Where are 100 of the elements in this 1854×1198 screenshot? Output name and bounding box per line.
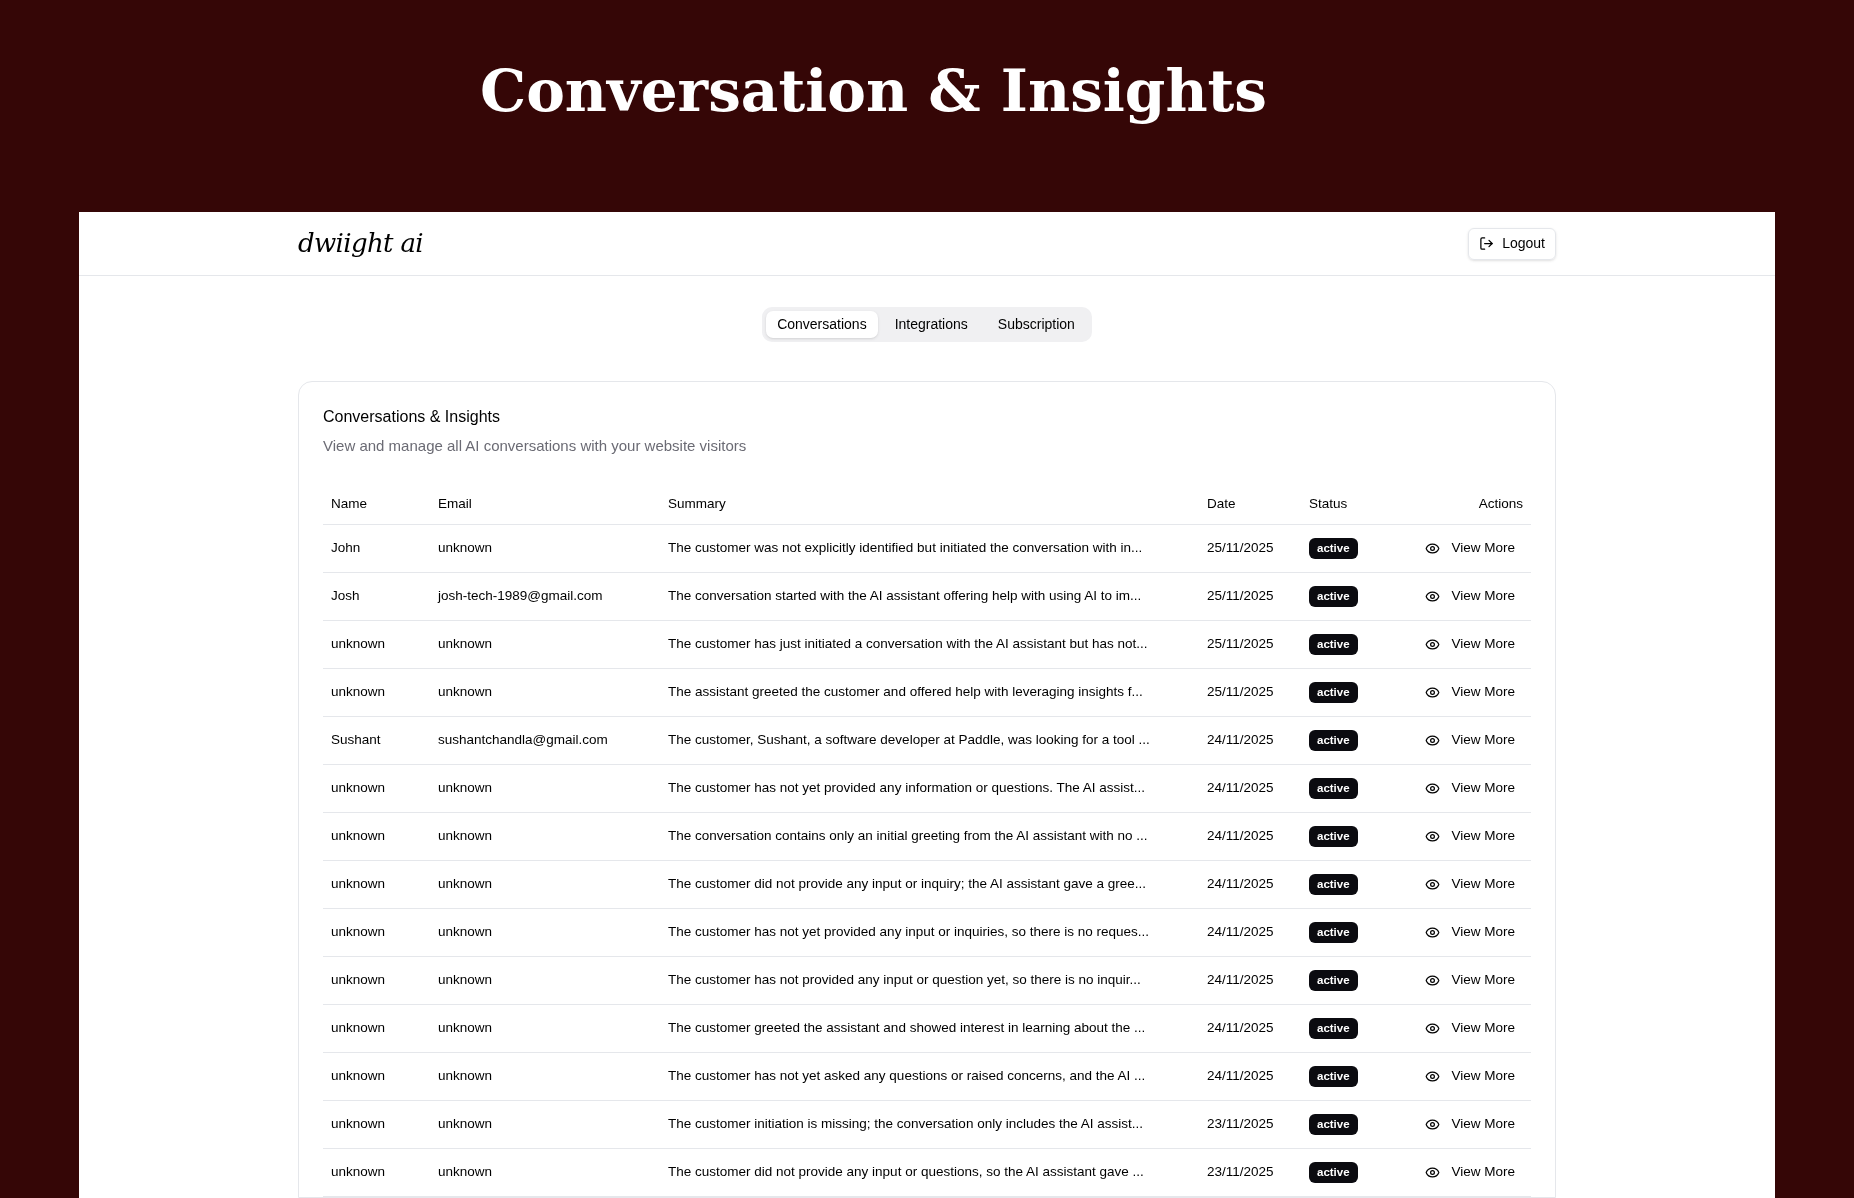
status-badge: active — [1309, 969, 1358, 992]
tab[interactable]: Integrations — [881, 311, 981, 338]
table-cell: The customer has not yet provided any information or questions. The AI assist... — [668, 780, 1145, 796]
eye-icon — [1425, 541, 1441, 556]
table-cell: unknown — [438, 1116, 493, 1132]
eye-icon — [1425, 877, 1441, 892]
view-more-button[interactable]: View More — [1417, 726, 1523, 755]
eye-icon — [1425, 733, 1441, 748]
view-more-button[interactable]: View More — [1417, 678, 1523, 707]
view-more-button[interactable]: View More — [1417, 630, 1523, 659]
table-cell: The customer has not yet asked any questions or raised concerns, and the AI ... — [668, 1068, 1146, 1084]
table-cell: 24/11/2025 — [1207, 972, 1274, 988]
card-subtitle: View and manage all AI conversations with your website visitors — [323, 436, 748, 456]
column-header: Status — [1309, 496, 1348, 512]
table-cell: 24/11/2025 — [1207, 1068, 1274, 1084]
table-cell: unknown — [331, 1116, 386, 1132]
logout-button[interactable]: Logout — [1468, 227, 1556, 260]
table-cell: unknown — [331, 636, 386, 652]
table-cell: The assistant greeted the customer and offered help with leveraging insights f... — [668, 684, 1143, 700]
table-cell: unknown — [331, 924, 386, 940]
table-cell: The conversation contains only an initial greeting from the AI assistant with no ... — [668, 828, 1148, 844]
table-cell: Sushant — [331, 732, 381, 748]
table-cell: unknown — [331, 828, 386, 844]
eye-icon — [1425, 829, 1441, 844]
view-more-button[interactable]: View More — [1417, 1158, 1523, 1187]
table-cell: 24/11/2025 — [1207, 732, 1274, 748]
table-cell: unknown — [331, 780, 386, 796]
table-cell: unknown — [438, 1164, 493, 1180]
table-cell: unknown — [331, 684, 386, 700]
table-cell: unknown — [438, 876, 493, 892]
view-more-button[interactable]: View More — [1417, 1014, 1523, 1043]
table-cell: josh-tech-1989@gmail.com — [438, 588, 603, 604]
eye-icon — [1425, 781, 1441, 796]
column-header: Actions — [1478, 496, 1523, 512]
table-cell: 25/11/2025 — [1207, 540, 1274, 556]
table-cell: unknown — [331, 876, 386, 892]
table-cell: 23/11/2025 — [1207, 1116, 1274, 1132]
eye-icon — [1425, 637, 1441, 652]
table-cell: The conversation started with the AI assistant offering help with using AI to im... — [668, 588, 1142, 604]
table-cell: 24/11/2025 — [1207, 828, 1274, 844]
eye-icon — [1425, 1117, 1441, 1132]
column-header: Name — [331, 496, 367, 512]
table-cell: unknown — [438, 972, 493, 988]
table-cell: unknown — [438, 636, 493, 652]
status-badge: active — [1309, 537, 1358, 560]
status-badge: active — [1309, 1065, 1358, 1088]
table-cell: The customer has not provided any input or question yet, so there is no inquir... — [668, 972, 1141, 988]
table-cell: unknown — [438, 540, 493, 556]
view-more-button[interactable]: View More — [1417, 918, 1523, 947]
logo: dwiight ai — [298, 227, 423, 260]
eye-icon — [1425, 1021, 1441, 1036]
table-cell: 24/11/2025 — [1207, 876, 1274, 892]
eye-icon — [1425, 1165, 1441, 1180]
table-cell: The customer did not provide any input or inquiry; the AI assistant gave a gree... — [668, 876, 1147, 892]
eye-icon — [1425, 925, 1441, 940]
view-more-button[interactable]: View More — [1417, 1062, 1523, 1091]
column-header: Date — [1207, 496, 1236, 512]
status-badge: active — [1309, 825, 1358, 848]
table-cell: John — [331, 540, 361, 556]
view-more-button[interactable]: View More — [1417, 822, 1523, 851]
status-badge: active — [1309, 873, 1358, 896]
status-badge: active — [1309, 777, 1358, 800]
status-badge: active — [1309, 585, 1358, 608]
view-more-button[interactable]: View More — [1417, 870, 1523, 899]
logout-icon — [1479, 236, 1495, 251]
view-more-button[interactable]: View More — [1417, 534, 1523, 563]
table-cell: 24/11/2025 — [1207, 1020, 1274, 1036]
view-more-button[interactable]: View More — [1417, 966, 1523, 995]
column-header: Email — [438, 496, 472, 512]
table-cell: unknown — [438, 684, 493, 700]
view-more-button[interactable]: View More — [1417, 582, 1523, 611]
table-cell: unknown — [438, 1068, 493, 1084]
table-cell: 23/11/2025 — [1207, 1164, 1274, 1180]
table-cell: unknown — [331, 972, 386, 988]
table-cell: 24/11/2025 — [1207, 780, 1274, 796]
table-cell: 25/11/2025 — [1207, 636, 1274, 652]
tab[interactable]: Subscription — [984, 311, 1088, 338]
status-badge: active — [1309, 1113, 1358, 1136]
table-cell: unknown — [331, 1068, 386, 1084]
table-cell: 25/11/2025 — [1207, 588, 1274, 604]
status-badge: active — [1309, 1017, 1358, 1040]
status-badge: active — [1309, 633, 1358, 656]
status-badge: active — [1309, 921, 1358, 944]
table-cell: unknown — [438, 924, 493, 940]
tab[interactable]: Conversations — [766, 311, 878, 338]
view-more-button[interactable]: View More — [1417, 1110, 1523, 1139]
table-cell: The customer was not explicitly identified but initiated the conversation with in... — [668, 540, 1143, 556]
table-cell: 24/11/2025 — [1207, 924, 1274, 940]
card-title: Conversations & Insights — [323, 407, 501, 427]
table-cell: unknown — [438, 1020, 493, 1036]
table-cell: The customer initiation is missing; the conversation only includes the AI assist... — [668, 1116, 1143, 1132]
table-cell: 25/11/2025 — [1207, 684, 1274, 700]
status-badge: active — [1309, 681, 1358, 704]
table-cell: unknown — [438, 780, 493, 796]
eye-icon — [1425, 1069, 1441, 1084]
eye-icon — [1425, 589, 1441, 604]
table-cell: The customer has not yet provided any input or inquiries, so there is no reques... — [668, 924, 1149, 940]
status-badge: active — [1309, 1161, 1358, 1184]
view-more-button[interactable]: View More — [1417, 774, 1523, 803]
table-cell: The customer greeted the assistant and showed interest in learning about the ... — [668, 1020, 1146, 1036]
